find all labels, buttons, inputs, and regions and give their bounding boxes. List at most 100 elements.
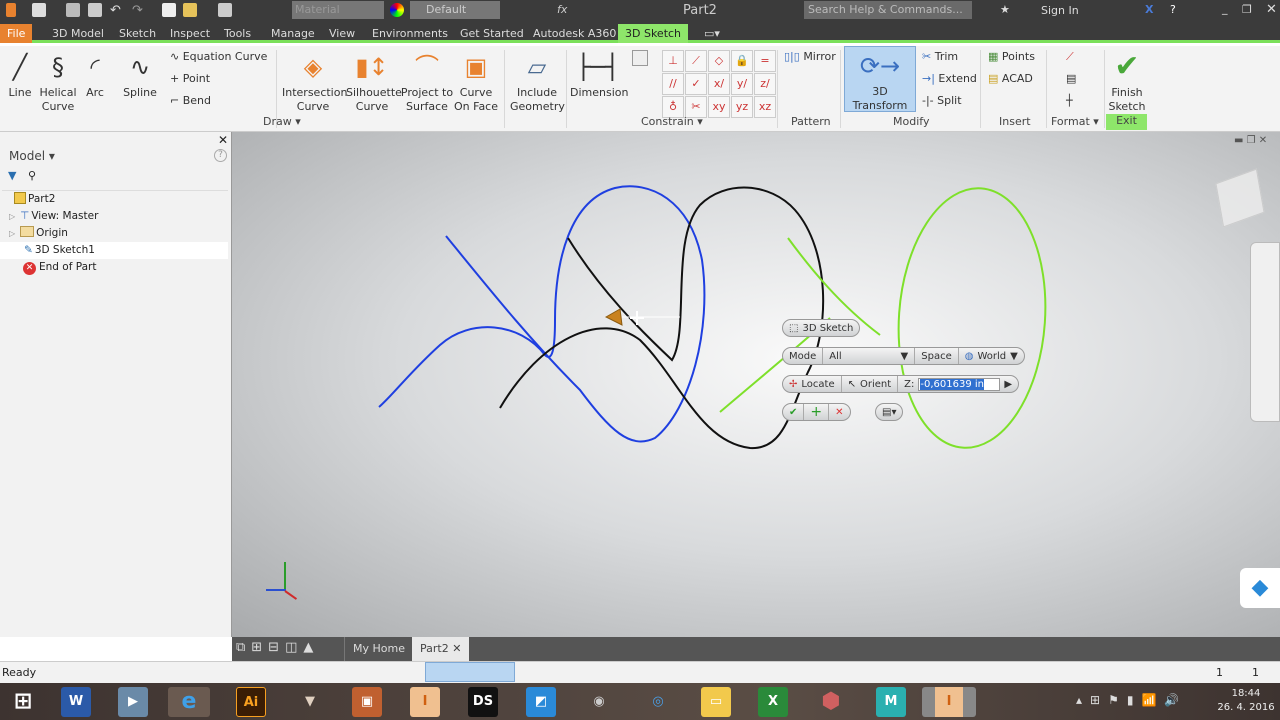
mirror-button[interactable]: ▯|▯ Mirror — [784, 47, 836, 67]
expand-icon[interactable]: ▷ — [9, 212, 15, 221]
navigation-bar[interactable] — [1250, 242, 1280, 422]
inventor-active-icon[interactable]: I — [922, 687, 976, 717]
parallel-z-icon[interactable]: z/ — [754, 73, 776, 95]
expand-icon[interactable]: ▷ — [9, 229, 15, 238]
blue-spline[interactable] — [378, 185, 706, 443]
tab-inspect[interactable]: Inspect — [163, 24, 217, 43]
window-arrange-icons[interactable]: ⧉⊞⊟◫▲ — [236, 640, 319, 655]
construction-icon[interactable]: ⟋ — [1066, 47, 1074, 67]
parallel-y-icon[interactable]: y/ — [731, 73, 753, 95]
snap-toggle-icons[interactable] — [425, 662, 515, 682]
constraint-settings-icon[interactable] — [632, 50, 648, 66]
tree-item-view-master[interactable]: ▷ ⊤ View: Master — [0, 208, 228, 225]
a360-icon[interactable]: ◆ — [1240, 568, 1280, 608]
new-icon[interactable] — [32, 3, 46, 17]
3d-sketch-minitoolbar-header[interactable]: ⬚ 3D Sketch — [782, 319, 861, 337]
trim-button[interactable]: ✂ Trim — [922, 47, 958, 67]
locate-button[interactable]: ✢ Locate — [783, 376, 842, 392]
black-spline[interactable] — [499, 186, 825, 450]
play-icon[interactable]: ▶ — [1004, 379, 1012, 390]
plane-xy-icon[interactable]: xy — [708, 96, 730, 118]
app-icon[interactable]: ◎ — [643, 687, 673, 717]
tree-item-3d-sketch1[interactable]: ✎ 3D Sketch1 — [0, 242, 228, 259]
tab-file[interactable]: File — [0, 24, 33, 43]
tab-manage[interactable]: Manage — [264, 24, 322, 43]
popcorn-icon[interactable]: ▼ — [295, 687, 325, 717]
internet-explorer-icon[interactable]: e — [168, 687, 210, 717]
viewport-minimize-icon[interactable]: ▬ ❐ ✕ — [1234, 135, 1267, 146]
include-geometry-button[interactable]: ▱ Include Geometry — [510, 48, 565, 114]
tab-sketch[interactable]: Sketch — [112, 24, 163, 43]
coincident-icon[interactable]: ✓ — [685, 73, 707, 95]
helical-curve-button[interactable]: § Helical Curve — [38, 48, 78, 114]
file-explorer-icon[interactable]: ▭ — [701, 687, 731, 717]
space-select[interactable]: ◍ World ▼ — [959, 348, 1024, 364]
tab-view[interactable]: View — [322, 24, 362, 43]
3d-transform-button[interactable]: ⟳→ 3D Transform — [844, 46, 916, 112]
curve-on-face-button[interactable]: ▣ Curve On Face — [454, 48, 498, 114]
system-tray-icons[interactable]: ▴⊞⚑▮📶🔊 — [1076, 693, 1187, 707]
cancel-button[interactable]: ✕ — [829, 404, 849, 420]
tree-item-end-of-part[interactable]: ✕ End of Part — [0, 259, 228, 276]
movie-maker-icon[interactable]: ▶ — [118, 687, 148, 717]
help-icon[interactable]: ? — [214, 149, 227, 162]
inventor-icon[interactable]: I — [410, 687, 440, 717]
intersection-curve-button[interactable]: ◈ Intersection Curve — [282, 48, 347, 114]
draw-panel-label[interactable]: Draw ▾ — [263, 115, 301, 128]
line-button[interactable]: ╱ Line — [4, 48, 36, 100]
options-menu-button[interactable]: ▤▾ — [875, 403, 904, 421]
plane-xz-icon[interactable]: xz — [754, 96, 776, 118]
illustrator-icon[interactable]: Ai — [236, 687, 266, 717]
minimize-button[interactable]: _ — [1222, 2, 1228, 15]
filter-icon[interactable]: ▼ — [8, 169, 16, 182]
extend-button[interactable]: →| Extend — [922, 69, 977, 89]
maya-icon[interactable]: M — [876, 687, 906, 717]
excel-icon[interactable]: X — [758, 687, 788, 717]
word-icon[interactable]: W — [61, 687, 91, 717]
tab-part2[interactable]: Part2 ✕ — [412, 637, 470, 661]
home-icon[interactable] — [162, 3, 176, 17]
split-button[interactable]: -|- Split — [922, 91, 962, 111]
close-browser-icon[interactable]: ✕ — [218, 133, 228, 147]
windows-start-icon[interactable]: ⊞ — [8, 687, 38, 717]
points-button[interactable]: ▦ Points — [988, 47, 1035, 67]
update-icon[interactable] — [183, 3, 197, 17]
project-to-surface-button[interactable]: ⌒ Project to Surface — [400, 48, 454, 114]
acad-button[interactable]: ▤ ACAD — [988, 69, 1033, 89]
close-button[interactable]: ✕ — [1266, 2, 1277, 17]
sign-in-link[interactable]: Sign In — [1041, 4, 1079, 17]
z-field[interactable]: Z: -0,601639 in ▶ — [898, 376, 1018, 392]
help-icon[interactable]: ? — [1170, 3, 1176, 16]
clock[interactable]: 18:44 26. 4. 2016 — [1216, 687, 1276, 715]
tab-environments[interactable]: Environments — [365, 24, 455, 43]
tab-tools[interactable]: Tools — [217, 24, 258, 43]
driven-dimension-icon[interactable]: ▤ — [1066, 69, 1076, 89]
constrain-panel-label[interactable]: Constrain ▾ — [641, 115, 703, 128]
select-icon[interactable] — [218, 3, 232, 17]
bend-button[interactable]: ⌐ Bend — [170, 91, 211, 111]
format-panel-label[interactable]: Format ▾ — [1051, 115, 1099, 128]
app-icon[interactable]: ▣ — [352, 687, 382, 717]
redo-icon[interactable]: ↷ — [132, 3, 146, 18]
tab-get-started[interactable]: Get Started — [453, 24, 531, 43]
fx-icon[interactable]: fx — [557, 3, 571, 17]
restore-button[interactable]: ❐ — [1242, 3, 1252, 16]
z-value-input[interactable]: -0,601639 in — [920, 378, 985, 390]
finish-sketch-button[interactable]: ✔ Finish Sketch — [1106, 48, 1148, 114]
arc-button[interactable]: ◜ Arc — [80, 48, 110, 100]
save-icon[interactable] — [88, 3, 102, 17]
search-input[interactable]: Search Help & Commands... — [804, 1, 972, 19]
triad-handle[interactable] — [604, 308, 623, 326]
tab-3d-model[interactable]: 3D Model — [45, 24, 111, 43]
appearance-select[interactable]: Default — [410, 1, 500, 19]
exchange-icon[interactable]: X — [1145, 3, 1153, 16]
star-icon[interactable]: ★ — [1000, 3, 1010, 16]
point-button[interactable]: + Point — [170, 69, 210, 89]
tree-item-origin[interactable]: ▷ Origin — [0, 225, 228, 242]
perpendicular-icon[interactable]: ⊥ — [662, 50, 684, 72]
browser-title[interactable]: Model ▾ — [9, 149, 55, 163]
orient-button[interactable]: ↖ Orient — [842, 376, 899, 392]
tangent-icon[interactable]: ⟋ — [685, 50, 707, 72]
mode-select[interactable]: All ▼ — [823, 348, 916, 364]
spline-button[interactable]: ∿ Spline — [120, 48, 160, 100]
